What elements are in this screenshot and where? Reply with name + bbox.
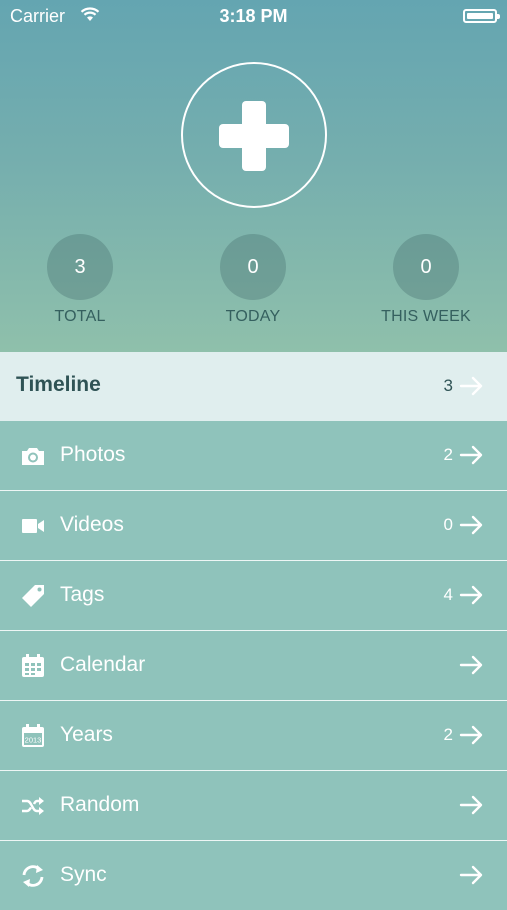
add-entry-button[interactable] [181, 62, 327, 208]
stat-total: 3 TOTAL [20, 234, 140, 326]
tag-icon [22, 585, 44, 607]
stat-today: 0 TODAY [193, 234, 313, 326]
menu-item-count: 2 [443, 445, 453, 464]
menu-item-years[interactable]: 2013 Years 2 [0, 701, 507, 771]
arrow-right-icon [459, 795, 483, 815]
menu-item-label: Timeline [16, 373, 101, 396]
menu-list: Timeline 3 Photos 2 Videos 0 Tags 4 Cale… [0, 352, 507, 910]
menu-item-label: Tags [60, 583, 105, 606]
stat-this-week-value: 0 [393, 234, 459, 300]
stat-today-label: TODAY [225, 308, 281, 325]
arrow-right-icon [459, 445, 483, 465]
battery-icon [463, 9, 500, 23]
menu-item-count: 4 [443, 585, 453, 604]
svg-text:2013: 2013 [25, 736, 42, 745]
arrow-right-icon [459, 725, 483, 745]
menu-item-photos[interactable]: Photos 2 [0, 421, 507, 491]
arrow-right-icon [459, 585, 483, 605]
shuffle-icon [22, 797, 44, 815]
menu-item-label: Videos [60, 513, 124, 536]
menu-item-videos[interactable]: Videos 0 [0, 491, 507, 561]
stat-total-label: TOTAL [54, 308, 106, 325]
menu-item-label: Calendar [60, 653, 146, 676]
stat-this-week: 0 THIS WEEK [366, 234, 486, 326]
video-camera-icon [22, 519, 44, 533]
menu-item-random[interactable]: Random [0, 771, 507, 841]
year-calendar-icon: 2013 [22, 724, 44, 747]
menu-item-label: Photos [60, 443, 126, 466]
header: Carrier 3:18 PM 3 TOTAL 0 TODAY 0 THIS W… [0, 0, 507, 352]
stat-total-value: 3 [47, 234, 113, 300]
status-bar: Carrier 3:18 PM [0, 0, 507, 34]
arrow-right-icon [459, 865, 483, 885]
menu-item-calendar[interactable]: Calendar [0, 631, 507, 701]
arrow-right-icon [459, 376, 483, 396]
menu-item-count: 0 [443, 515, 453, 534]
status-time: 3:18 PM [219, 6, 288, 26]
menu-item-count: 2 [443, 725, 453, 744]
menu-item-count: 3 [443, 376, 453, 395]
menu-item-label: Sync [60, 863, 107, 886]
stat-this-week-label: THIS WEEK [381, 308, 471, 325]
menu-item-label: Random [60, 793, 140, 816]
menu-item-label: Years [60, 723, 113, 746]
arrow-right-icon [459, 515, 483, 535]
menu-item-timeline[interactable]: Timeline 3 [0, 352, 507, 421]
arrow-right-icon [459, 655, 483, 675]
sync-icon [22, 865, 44, 887]
camera-icon [22, 448, 44, 465]
calendar-icon [22, 654, 44, 677]
stat-today-value: 0 [220, 234, 286, 300]
menu-item-tags[interactable]: Tags 4 [0, 561, 507, 631]
